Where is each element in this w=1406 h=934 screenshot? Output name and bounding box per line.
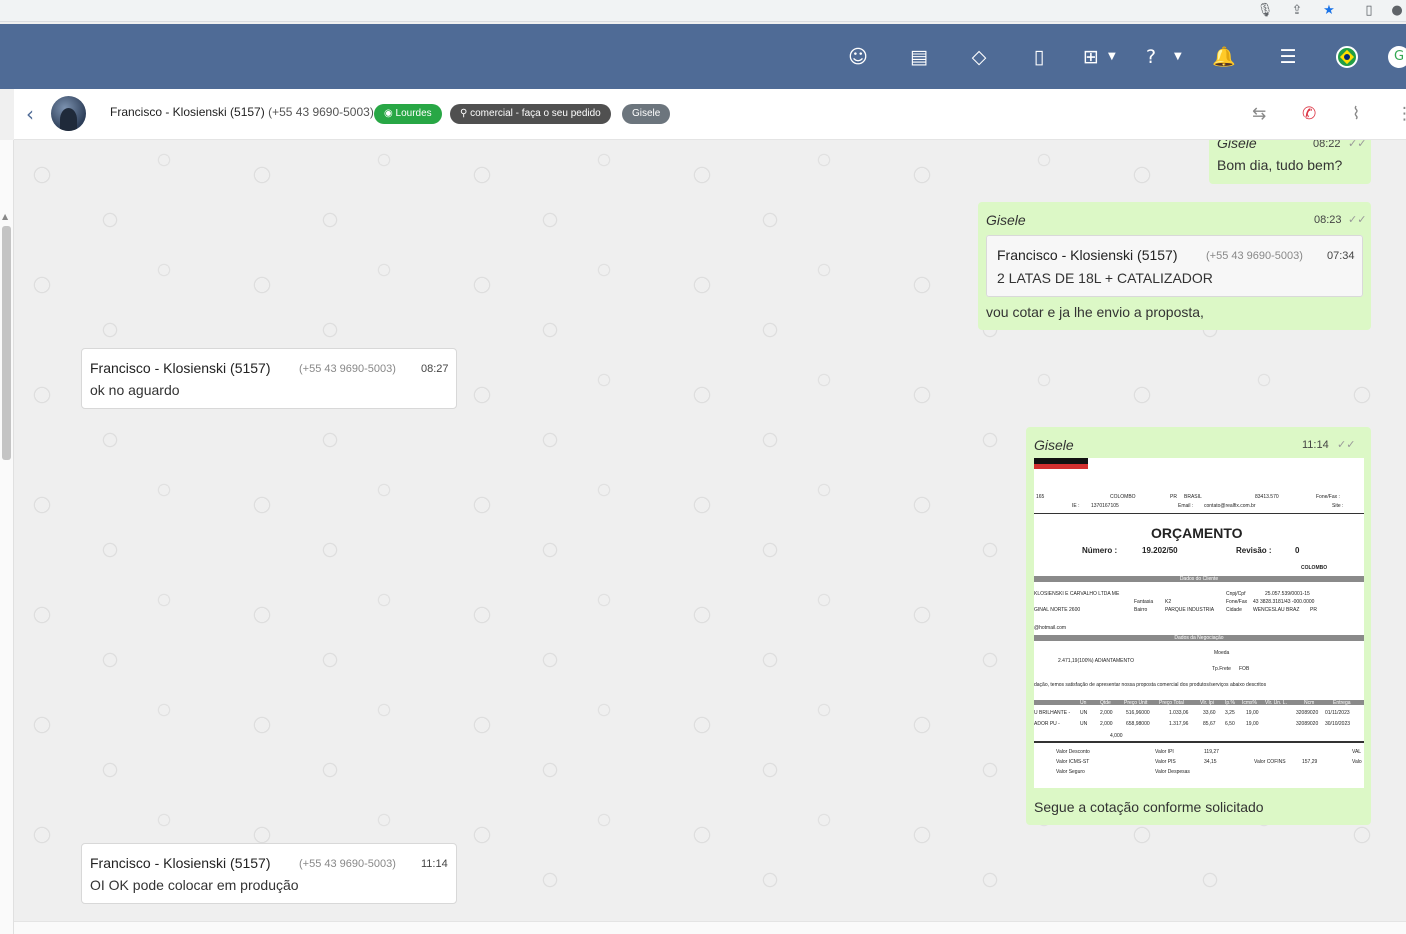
contacts-icon[interactable]: ▤ [906,44,932,70]
chevron-down-icon[interactable]: ▼ [1108,46,1116,68]
top-navigation: ☺ ▤ ◇ ▯ ⊞ ▼ ? ▼ 🔔 ☰ G [0,24,1406,89]
message-text: vou cotar e ja lhe envio a proposta, [986,304,1204,320]
message-time: 08:27 [421,363,449,375]
company-logo-bar [1034,464,1088,469]
list-icon[interactable]: ☰ [1275,44,1301,70]
phone-vibrate-icon[interactable]: ▯ [1026,44,1052,70]
help-icon[interactable]: ? [1138,44,1164,70]
message-composer-bar[interactable] [14,921,1406,934]
quoted-message[interactable]: Francisco - Klosienski (5157) (+55 43 96… [986,235,1363,297]
message-time: 08:22 [1313,140,1341,150]
user-avatar-icon[interactable]: G [1388,46,1406,68]
share-icon[interactable]: ⇪ [1288,2,1306,20]
read-check-icon: ✓✓ [1337,438,1356,451]
message-outgoing[interactable]: Gisele 08:22 ✓✓ Bom dia, tudo bem? [1209,140,1371,184]
star-icon[interactable]: ★ [1320,2,1338,20]
contact-title: Francisco - Klosienski (5157) (+55 43 96… [110,105,374,119]
apps-grid-icon[interactable]: ⊞ [1078,44,1104,70]
message-sender: Francisco - Klosienski (5157) [90,360,271,376]
message-sender: Francisco - Klosienski (5157) [90,855,271,871]
quoted-text: 2 LATAS DE 18L + CATALIZADOR [997,270,1213,286]
read-check-icon: ✓✓ [1348,213,1367,226]
message-sender: Gisele [1217,140,1257,151]
end-call-icon[interactable]: ✆ [1302,103,1316,125]
attach-icon[interactable]: ⌇ [1352,103,1360,125]
contact-phone: (+55 43 9690-5003) [268,105,374,119]
message-time: 11:14 [1302,439,1329,451]
message-incoming[interactable]: Francisco - Klosienski (5157) (+55 43 96… [81,348,457,409]
profile-icon[interactable]: ● [1388,2,1406,20]
document-preview[interactable]: 165 COLOMBO PR BRASIL 83413.570 Fone/Fax… [1034,458,1364,788]
message-phone: (+55 43 9690-5003) [299,858,396,870]
mic-icon[interactable]: 🎙 [1256,2,1274,20]
scroll-up-icon[interactable]: ▲ [2,212,8,221]
chat-header: ‹ Francisco - Klosienski (5157) (+55 43 … [14,89,1406,140]
back-icon[interactable]: ‹ [26,103,34,125]
message-time: 11:14 [421,858,448,870]
contact-name: Francisco - Klosienski (5157) [110,105,265,119]
chat-messages[interactable]: Gisele 08:22 ✓✓ Bom dia, tudo bem? Gisel… [14,140,1406,921]
message-text: ok no aguardo [90,382,180,398]
more-icon[interactable]: ⋮ [1396,103,1406,125]
quoted-sender: Francisco - Klosienski (5157) [997,247,1178,263]
tag-lourdes[interactable]: ◉ Lourdes [374,104,442,124]
message-sender: Gisele [1034,437,1074,453]
message-phone: (+55 43 9690-5003) [299,363,396,375]
message-incoming[interactable]: Francisco - Klosienski (5157) (+55 43 96… [81,843,457,904]
quoted-time: 07:34 [1327,250,1355,262]
bell-icon[interactable]: 🔔 [1211,44,1237,70]
tag-agent[interactable]: Gisele [622,104,671,124]
sidebar-scrollbar[interactable]: ▲ [0,140,14,934]
tag-icon[interactable]: ◇ [966,44,992,70]
message-time: 08:23 [1314,214,1342,226]
message-sender: Gisele [986,212,1026,228]
scrollbar-thumb[interactable] [2,226,11,460]
read-check-icon: ✓✓ [1348,140,1367,150]
message-text: OI OK pode colocar em produção [90,877,299,893]
message-outgoing[interactable]: Gisele 08:23 ✓✓ Francisco - Klosienski (… [978,202,1371,330]
avatar[interactable] [51,96,86,131]
message-outgoing[interactable]: Gisele 11:14 ✓✓ 165 COLOMBO PR BRASIL 83… [1026,427,1371,825]
browser-toolbar: 🎙 ⇪ ★ ▯ ● [0,0,1406,22]
extension-icon[interactable]: ▯ [1360,2,1378,20]
message-text: Bom dia, tudo bem? [1217,157,1343,173]
chat-icon[interactable]: ☺ [845,44,871,70]
quoted-phone: (+55 43 9690-5003) [1206,250,1303,262]
message-caption: Segue a cotação conforme solicitado [1034,799,1264,815]
chevron-down-icon[interactable]: ▼ [1174,46,1182,68]
transfer-icon[interactable]: ⇆ [1252,103,1266,125]
document-title: ORÇAMENTO [1151,525,1243,541]
brazil-flag-icon[interactable] [1336,46,1358,68]
tag-department[interactable]: ⚲ comercial - faça o seu pedido [450,104,611,124]
